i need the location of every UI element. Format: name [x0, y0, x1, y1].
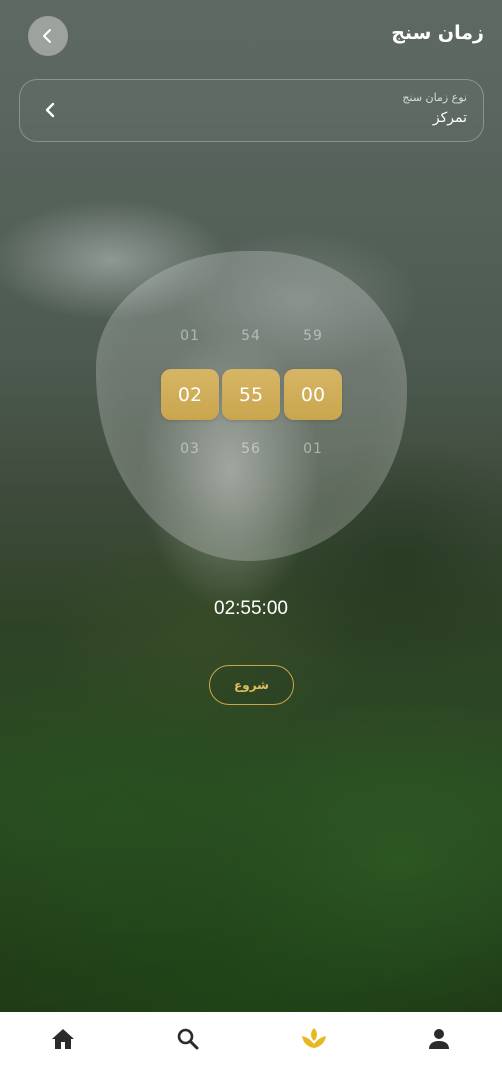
timer-type-selector[interactable]: نوع زمان سنج تمرکز	[19, 79, 484, 142]
timer-display: 02:55:00	[214, 598, 288, 619]
header: زمان سنج	[0, 0, 502, 72]
nav-meditation[interactable]	[284, 1014, 344, 1064]
minutes-next[interactable]: 56	[222, 441, 280, 457]
seconds-next[interactable]: 01	[284, 441, 342, 457]
hours-next[interactable]: 03	[161, 441, 219, 457]
minutes-selected[interactable]: 55	[222, 369, 280, 420]
timer-type-label: نوع زمان سنج	[402, 91, 467, 104]
minutes-prev[interactable]: 54	[222, 328, 280, 344]
hours-selected[interactable]: 02	[161, 369, 219, 420]
profile-icon	[429, 1029, 450, 1049]
seconds-selected[interactable]: 00	[284, 369, 342, 420]
chevron-left-icon	[40, 100, 60, 120]
hours-prev[interactable]: 01	[161, 328, 219, 344]
search-icon	[177, 1028, 199, 1050]
chevron-left-icon	[43, 29, 51, 43]
nav-home[interactable]	[33, 1014, 93, 1064]
seconds-prev[interactable]: 59	[284, 328, 342, 344]
nav-search[interactable]	[158, 1014, 218, 1064]
back-button[interactable]	[28, 16, 68, 56]
nav-profile[interactable]	[409, 1014, 469, 1064]
lotus-icon	[301, 1028, 326, 1048]
bottom-nav	[0, 1012, 502, 1080]
page-title: زمان سنج	[391, 22, 484, 44]
timer-type-value: تمرکز	[432, 110, 467, 126]
home-icon	[51, 1029, 74, 1049]
start-button[interactable]: شروع	[209, 665, 294, 705]
